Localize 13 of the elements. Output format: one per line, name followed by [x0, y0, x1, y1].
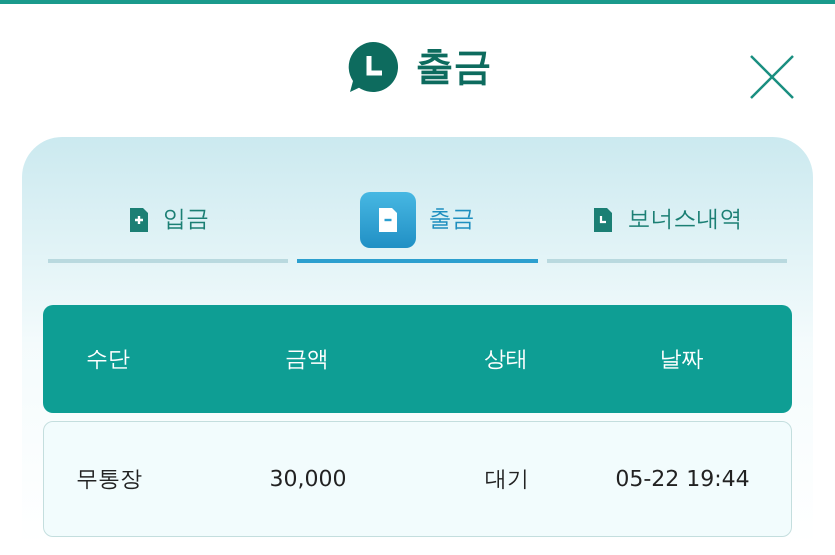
- table-cell-text: 05-22 19:44: [614, 466, 751, 494]
- table-cell-text: 대기: [484, 466, 530, 494]
- tab[interactable]: 출금: [297, 180, 538, 263]
- table-cell-text: 30,000: [268, 466, 348, 494]
- column-header: 금액: [284, 346, 330, 374]
- tab[interactable]: 입금: [48, 180, 288, 263]
- page-title: 출금: [416, 43, 492, 90]
- table-cell-text: 무통장: [75, 466, 143, 494]
- close-button[interactable]: [749, 54, 795, 100]
- tab[interactable]: 보너스내역: [546, 180, 787, 263]
- column-header: 날짜: [658, 346, 704, 374]
- column-header: 수단: [85, 346, 131, 374]
- column-header: 상태: [483, 346, 529, 374]
